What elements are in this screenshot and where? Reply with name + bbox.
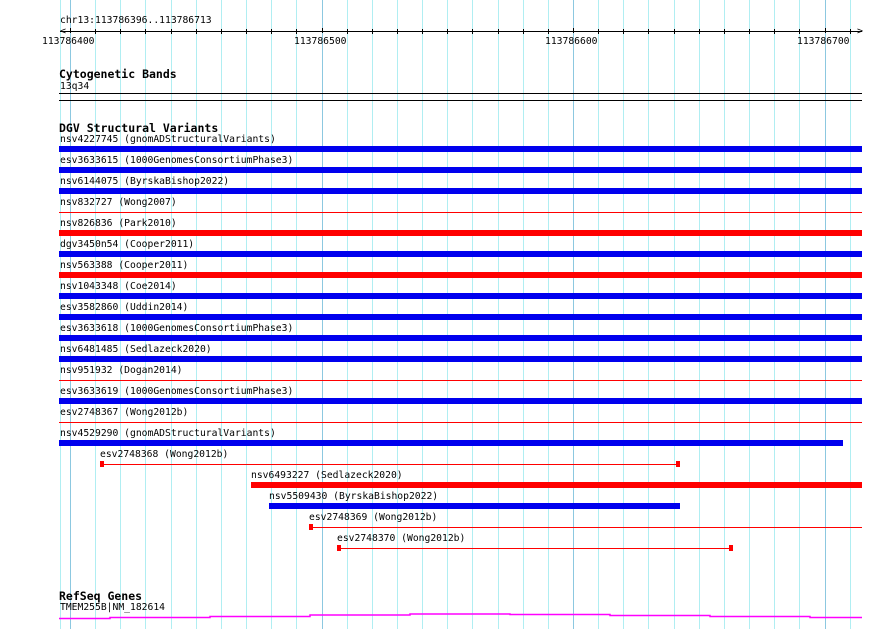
- gene-feature[interactable]: [0, 0, 890, 629]
- genome-browser-canvas: chr13:113786396..113786713 < > 113786400…: [0, 0, 890, 629]
